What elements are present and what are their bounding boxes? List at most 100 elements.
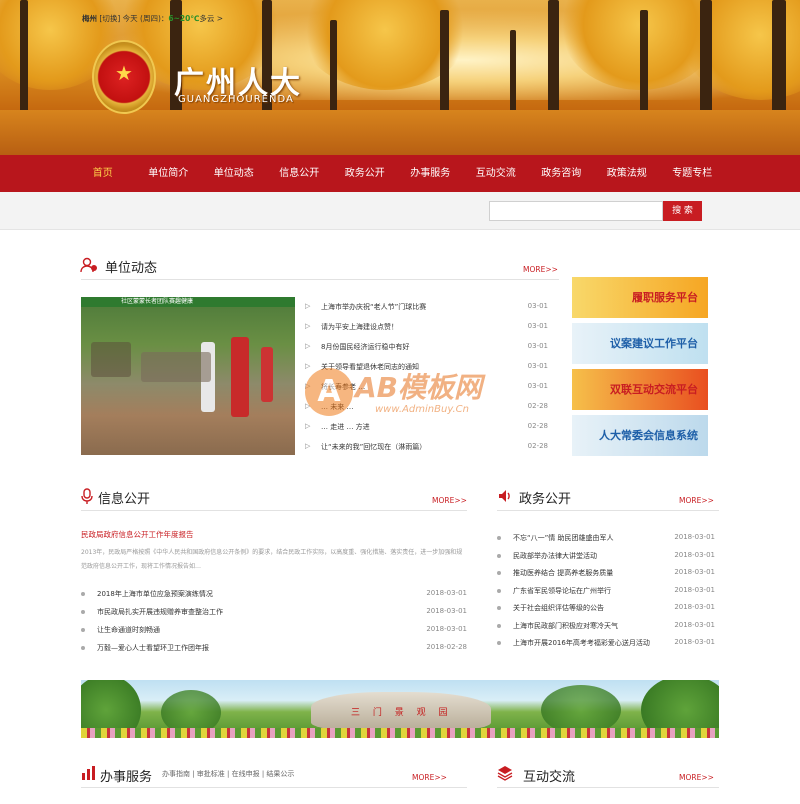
news-item-date: 03-01 — [527, 362, 548, 370]
news-photo[interactable]: 社区蒙蒙长者团队赛趣健康 — [81, 297, 295, 455]
weather-switch-link[interactable]: [切换] — [99, 14, 120, 23]
news-item-date: 03-01 — [527, 382, 548, 390]
scenic-rock: 三 门 景 观 园 — [311, 692, 491, 730]
site-subtitle: GUANGZHOURENDA — [178, 94, 294, 105]
list-item-date: 2018-03-01 — [674, 603, 715, 611]
nav-item[interactable]: 办事服务 — [398, 155, 464, 192]
platform-banner[interactable]: 双联互动交流平台 — [572, 369, 708, 410]
list-item[interactable]: 上海市民政部门积极应对寒冷天气 2018-03-01 — [497, 621, 715, 639]
gov-affairs-more-link[interactable]: MORE>> — [679, 496, 714, 505]
bullet — [497, 571, 501, 575]
list-item-title: 不忘“八一”情 助民团雄盛由军人 — [513, 534, 614, 542]
watermark: A AB模板网 www.AdminBuy.Cn — [305, 360, 505, 430]
play-icon: ▷ — [305, 322, 311, 330]
list-item[interactable]: 民政部举办法律大讲堂活动 2018-03-01 — [497, 551, 715, 569]
news-item[interactable]: ▷ 请为平安上海建设点赞！ 03-01 — [305, 322, 548, 342]
news-item-title: 8月份国民经济运行稳中有好 — [321, 343, 410, 351]
platform-banner-label: 履职服务平台 — [632, 291, 698, 304]
news-item-date: 03-01 — [527, 322, 548, 330]
news-photo-caption: 社区蒙蒙长者团队赛趣健康 — [81, 297, 295, 307]
bullet — [497, 623, 501, 628]
list-item[interactable]: 不忘“八一”情 助民团雄盛由军人 2018-03-01 — [497, 533, 715, 551]
unit-news-more-link[interactable]: MORE>> — [523, 265, 558, 274]
services-more-link[interactable]: MORE>> — [412, 773, 447, 782]
bar-chart-icon — [81, 765, 97, 785]
list-item-date: 2018-03-01 — [674, 533, 715, 541]
divider — [81, 510, 467, 511]
news-item-title: 让“未来的我”回忆现在（淋雨篇） — [321, 443, 427, 451]
news-item-date: 02-28 — [527, 422, 548, 430]
news-item[interactable]: ▷ 上海市举办庆祝“老人节”门球比赛 03-01 — [305, 302, 548, 322]
national-emblem-logo: ★ — [92, 40, 156, 114]
news-item[interactable]: ▷ 让“未来的我”回忆现在（淋雨篇） 02-28 — [305, 442, 548, 462]
news-item-date: 02-28 — [527, 402, 548, 410]
list-item-title: 万毅—爱心人士看望环卫工作团年报 — [97, 644, 209, 652]
info-public-lead-text: 2013年，民政局严格按照《中华人民共和国政府信息公开条例》的要求，结合民政工作… — [81, 549, 463, 570]
list-item-title: 关于社会组织评估等级的公告 — [513, 604, 604, 612]
nav-item[interactable]: 政务公开 — [332, 155, 398, 192]
list-item[interactable]: 2018年上海市单位应急预案演练情况 2018-03-01 — [81, 589, 467, 607]
list-item-date: 2018-02-28 — [426, 643, 467, 651]
platform-banner[interactable]: 履职服务平台 — [572, 277, 708, 318]
news-item-title: 请为平安上海建设点赞！ — [321, 323, 398, 331]
platform-banner-label: 双联互动交流平台 — [610, 383, 698, 396]
list-item-title: 市民政局扎实开展违规赠养审查整治工作 — [97, 608, 223, 616]
weather-city: 梅州 — [82, 14, 97, 23]
user-icon — [80, 256, 98, 278]
nav-item[interactable]: 互动交流 — [463, 155, 529, 192]
info-public-more-link[interactable]: MORE>> — [432, 496, 467, 505]
list-item[interactable]: 广东省军民领导论坛在广州举行 2018-03-01 — [497, 586, 715, 604]
news-item[interactable]: ▷ 8月份国民经济运行稳中有好 03-01 — [305, 342, 548, 362]
divider — [81, 279, 559, 280]
microphone-icon — [81, 488, 93, 508]
search-input[interactable] — [489, 201, 663, 221]
scenic-banner[interactable]: 三 门 景 观 园 — [81, 680, 719, 738]
play-icon: ▷ — [305, 302, 311, 310]
news-item-date: 03-01 — [527, 342, 548, 350]
nav-item[interactable]: 单位简介 — [136, 155, 202, 192]
info-public-lead-title[interactable]: 民政局政府信息公开工作年度报告 — [81, 529, 194, 540]
platform-banner[interactable]: 人大常委会信息系统 — [572, 415, 708, 456]
weather-temp: 6~20℃ — [168, 14, 200, 23]
list-item-date: 2018-03-01 — [674, 638, 715, 646]
watermark-logo: A — [305, 368, 353, 416]
list-item-date: 2018-03-01 — [426, 625, 467, 633]
list-item[interactable]: 市民政局扎实开展违规赠养审查整治工作 2018-03-01 — [81, 607, 467, 625]
nav-item[interactable]: 信息公开 — [267, 155, 333, 192]
platform-banner[interactable]: 议案建议工作平台 — [572, 323, 708, 364]
info-public-title: 信息公开 — [98, 492, 151, 507]
speaker-icon — [497, 488, 513, 508]
nav-item[interactable]: 首页 — [70, 155, 136, 192]
list-item[interactable]: 推动医养结合 提高养老服务质量 2018-03-01 — [497, 568, 715, 586]
list-item-date: 2018-03-01 — [674, 550, 715, 559]
unit-news-title: 单位动态 — [105, 261, 158, 276]
nav-item[interactable]: 单位动态 — [201, 155, 267, 192]
info-public-list: 2018年上海市单位应急预案演练情况 2018-03-01 市民政局扎实开展违规赠养… — [81, 589, 467, 661]
list-item[interactable]: 让生命通道时刻畅通 2018-03-01 — [81, 625, 467, 643]
gov-affairs-title: 政务公开 — [519, 492, 572, 507]
list-item[interactable]: 万毅—爱心人士看望环卫工作团年报 2018-02-28 — [81, 643, 467, 661]
bullet — [497, 536, 501, 540]
watermark-url: www.AdminBuy.Cn — [375, 404, 469, 415]
bullet — [497, 641, 501, 645]
search-button[interactable]: 搜 索 — [663, 201, 702, 221]
nav-item[interactable]: 政策法规 — [594, 155, 660, 192]
bullet — [81, 646, 85, 650]
weather-info: 梅州 [切换] 今天 (周四)：6~20℃多云 > — [82, 13, 223, 24]
banner-ground — [0, 110, 800, 155]
services-title: 办事服务 — [100, 770, 153, 785]
interaction-more-link[interactable]: MORE>> — [679, 773, 714, 782]
list-item-title: 广东省军民领导论坛在广州举行 — [513, 586, 611, 595]
list-item[interactable]: 关于社会组织评估等级的公告 2018-03-01 — [497, 603, 715, 621]
divider — [81, 787, 467, 788]
bullet — [497, 606, 501, 610]
services-sublinks[interactable]: 办事指南 | 审批标准 | 在线申报 | 结果公示 — [162, 769, 294, 779]
flower-bed — [81, 728, 719, 738]
list-item-date: 2018-03-01 — [674, 568, 715, 576]
nav-item[interactable]: 专题专栏 — [660, 155, 726, 192]
bullet — [497, 588, 501, 593]
list-item[interactable]: 上海市开展2016年高考考福彩爱心送月活动 2018-03-01 — [497, 638, 715, 656]
list-item-date: 2018-03-01 — [674, 620, 715, 629]
nav-item[interactable]: 政务咨询 — [529, 155, 595, 192]
divider — [497, 510, 719, 511]
